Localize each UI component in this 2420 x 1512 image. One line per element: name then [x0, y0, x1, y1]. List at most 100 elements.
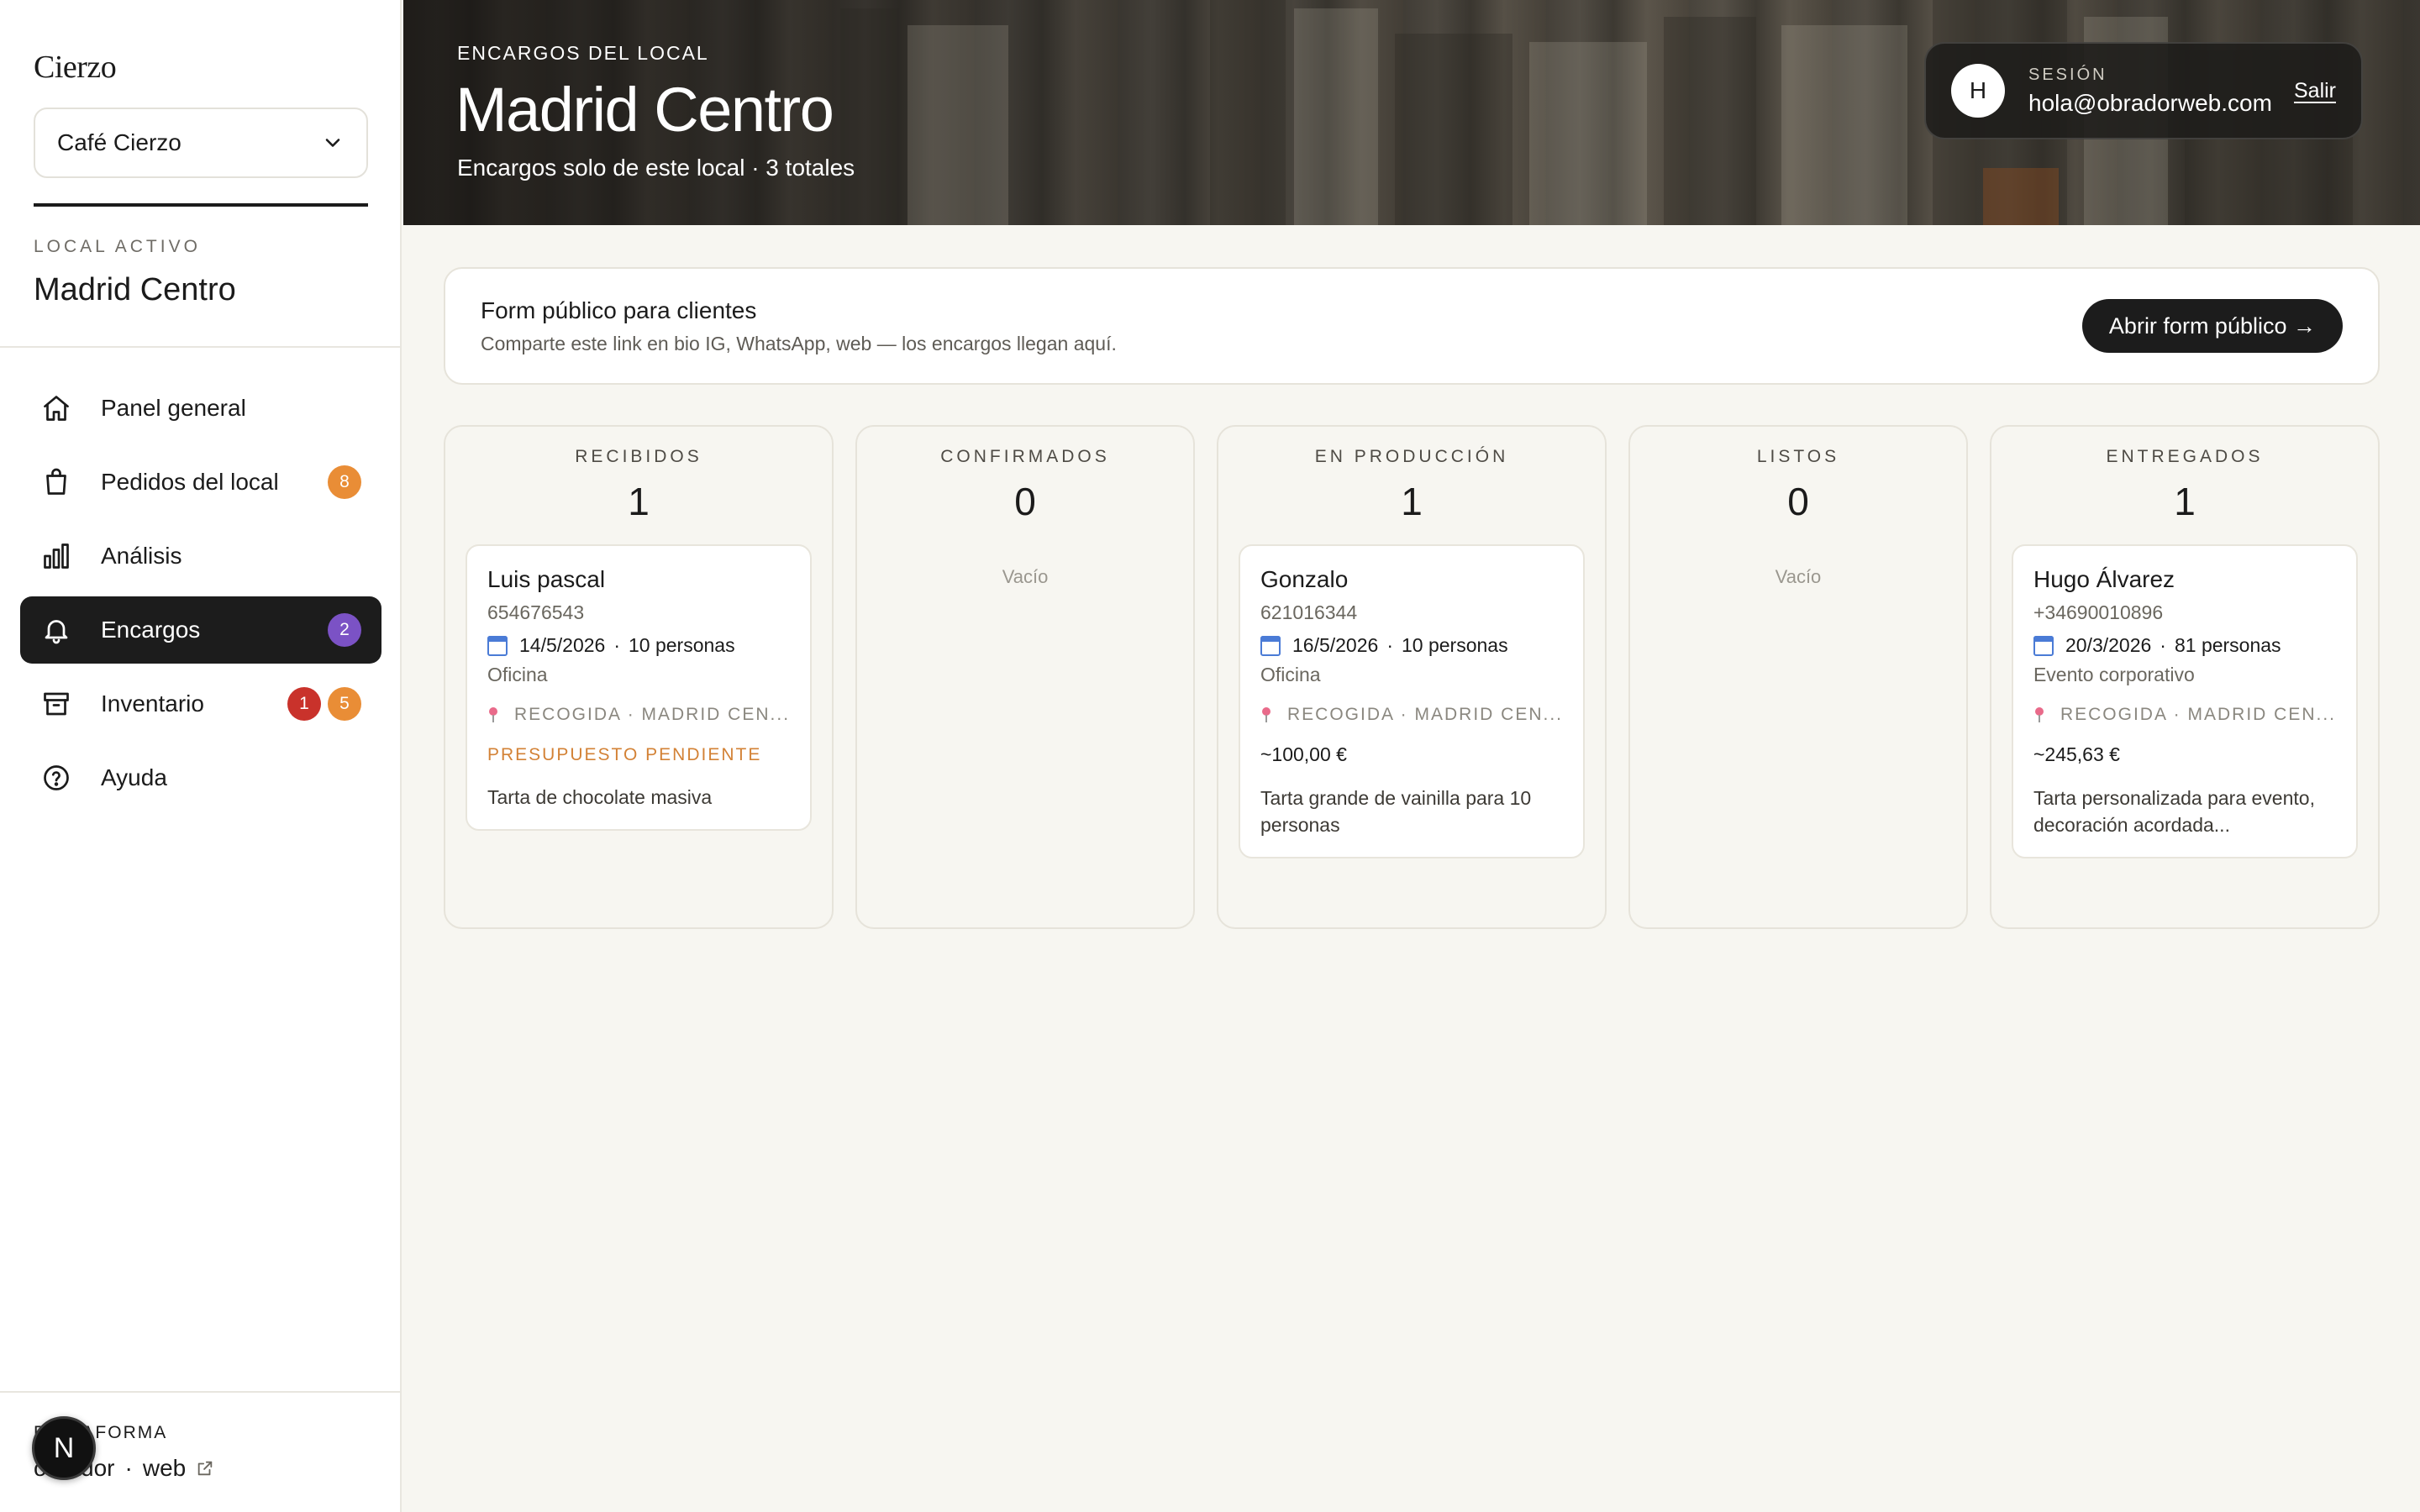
order-people: 10 personas: [1401, 634, 1508, 656]
dev-tools-badge[interactable]: N: [32, 1416, 96, 1480]
order-date: 16/5/2026: [1292, 634, 1379, 656]
column-empty-state: Vacío: [1775, 566, 1822, 587]
customer-name: Luis pascal: [487, 566, 606, 592]
alert-badge: 1: [287, 687, 321, 721]
column-title: LISTOS: [1756, 447, 1840, 466]
sidebar-item-panel-general[interactable]: Panel general: [20, 375, 381, 442]
order-people: 81 personas: [2174, 634, 2281, 656]
sidebar-item-label: Pedidos del local: [101, 469, 279, 495]
sidebar-item-analisis[interactable]: Análisis: [20, 522, 381, 590]
order-description: Tarta personalizada para evento, decorac…: [2033, 787, 2315, 836]
calendar-icon: [487, 635, 508, 656]
sidebar-item-label: Panel general: [101, 395, 246, 421]
archive-icon: [40, 688, 72, 720]
sidebar-divider: [34, 203, 368, 207]
order-price: ~245,63 €: [2033, 743, 2120, 765]
column-count: 0: [1014, 480, 1036, 523]
calendar-icon: [1260, 635, 1281, 656]
customer-name: Hugo Álvarez: [2033, 566, 2175, 592]
order-price: ~100,00 €: [1260, 743, 1347, 765]
order-type: Oficina: [487, 664, 548, 685]
sidebar-nav: Panel general Pedidos del local 8 Anális…: [20, 375, 381, 818]
count-badge: 8: [328, 465, 361, 499]
order-description: Tarta de chocolate masiva: [487, 786, 713, 808]
sidebar-item-label: Análisis: [101, 543, 182, 569]
active-local-name: Madrid Centro: [34, 272, 236, 307]
count-badge: 2: [328, 613, 361, 647]
logout-link[interactable]: Salir: [2294, 79, 2336, 103]
column-empty-state: Vacío: [1002, 566, 1049, 587]
customer-phone: 654676543: [487, 601, 585, 623]
page-subtitle: Encargos solo de este local · 3 totales: [457, 155, 855, 181]
bell-icon: [40, 614, 72, 646]
order-card[interactable]: Gonzalo 621016344 16/5/2026 · 10 persona…: [1238, 544, 1586, 858]
customer-phone: +34690010896: [2033, 601, 2164, 623]
sidebar-item-ayuda[interactable]: Ayuda: [20, 744, 381, 811]
order-type: Evento corporativo: [2033, 664, 2195, 685]
sidebar-item-pedidos[interactable]: Pedidos del local 8: [20, 449, 381, 516]
sidebar-item-encargos[interactable]: Encargos 2: [20, 596, 381, 664]
status-badge: PRESUPUESTO PENDIENTE: [487, 745, 762, 764]
column-title: ENTREGADOS: [2106, 447, 2264, 466]
external-link-icon: [197, 1461, 213, 1476]
orders-board: RECIBIDOS 1 Luis pascal 654676543 14/5/2…: [444, 425, 2380, 929]
public-form-title: Form público para clientes: [481, 297, 757, 323]
sidebar-item-inventario[interactable]: Inventario 1 5: [20, 670, 381, 738]
sidebar-item-label: Ayuda: [101, 764, 167, 790]
page-title: Madrid Centro: [455, 75, 834, 144]
order-card[interactable]: Luis pascal 654676543 14/5/2026 · 10 per…: [466, 544, 813, 831]
column-entregados: ENTREGADOS 1 Hugo Álvarez +34690010896 2…: [1989, 425, 2380, 929]
pin-icon: [489, 707, 497, 722]
order-pickup: RECOGIDA · MADRID CEN...: [1286, 705, 1564, 724]
order-card[interactable]: Hugo Álvarez +34690010896 20/3/2026 · 81…: [2011, 544, 2358, 858]
active-local-label: LOCAL ACTIVO: [34, 237, 201, 256]
help-circle-icon: [40, 762, 72, 794]
public-form-subtitle: Comparte este link en bio IG, WhatsApp, …: [481, 332, 1117, 354]
column-count: 0: [1787, 480, 1809, 523]
public-form-banner: Form público para clientes Comparte este…: [444, 267, 2380, 385]
session-email: hola@obradorweb.com: [2028, 89, 2272, 116]
sidebar-item-label: Encargos: [101, 617, 201, 643]
column-confirmados: CONFIRMADOS 0 Vacío: [855, 425, 1195, 929]
store-select[interactable]: Café Cierzo: [34, 108, 368, 178]
store-select-value: Café Cierzo: [57, 129, 182, 155]
session-card: H SESIÓN hola@obradorweb.com Salir: [1924, 42, 2363, 139]
shopping-bag-icon: [40, 466, 72, 498]
customer-phone: 621016344: [1260, 601, 1358, 623]
customer-name: Gonzalo: [1260, 566, 1349, 592]
order-pickup: RECOGIDA · MADRID CEN...: [2060, 705, 2336, 724]
pin-icon: [2034, 707, 2044, 722]
column-title: EN PRODUCCIÓN: [1314, 447, 1509, 466]
bar-chart-icon: [40, 540, 72, 572]
order-pickup: RECOGIDA · MADRID CEN...: [514, 705, 791, 724]
order-description: Tarta grande de vainilla para 10 persona…: [1260, 787, 1532, 836]
open-public-form-button[interactable]: Abrir form público →: [2081, 299, 2343, 353]
platform-link-text-b: web: [142, 1455, 187, 1481]
order-date: 20/3/2026: [2065, 634, 2152, 656]
column-title: CONFIRMADOS: [940, 447, 1110, 466]
home-icon: [40, 392, 72, 424]
column-en-produccion: EN PRODUCCIÓN 1 Gonzalo 621016344 16/5/2…: [1216, 425, 1607, 929]
sidebar-divider: [0, 1391, 402, 1393]
column-count: 1: [628, 480, 650, 523]
brand-logo[interactable]: Cierzo: [34, 49, 117, 86]
column-recibidos: RECIBIDOS 1 Luis pascal 654676543 14/5/2…: [444, 425, 834, 929]
sidebar: Cierzo Café Cierzo LOCAL ACTIVO Madrid C…: [0, 0, 402, 1512]
column-count: 1: [1401, 480, 1423, 523]
platform-link-separator: ·: [124, 1455, 133, 1481]
column-title: RECIBIDOS: [575, 447, 702, 466]
order-type: Oficina: [1260, 664, 1321, 685]
order-people: 10 personas: [629, 634, 735, 656]
session-label: SESIÓN: [2028, 65, 2107, 84]
calendar-icon: [2033, 635, 2054, 656]
hero-eyebrow: ENCARGOS DEL LOCAL: [457, 42, 709, 64]
sidebar-item-label: Inventario: [101, 690, 204, 717]
pin-icon: [1261, 707, 1270, 722]
order-date: 14/5/2026: [519, 634, 606, 656]
avatar: H: [1951, 64, 2005, 118]
count-badge: 5: [328, 687, 361, 721]
column-listos: LISTOS 0 Vacío: [1628, 425, 1968, 929]
column-count: 1: [2174, 480, 2196, 523]
sidebar-divider: [0, 346, 402, 348]
chevron-down-icon: [325, 139, 340, 147]
